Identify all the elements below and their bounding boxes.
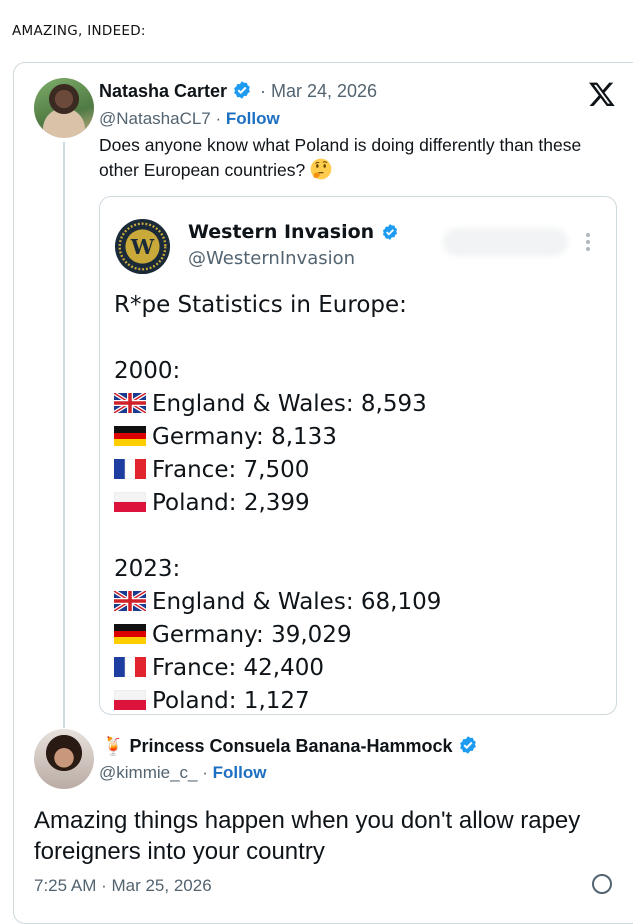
stat-row: Poland: 2,399 [114,487,441,520]
tweet-text: Does anyone know what Poland is doing di… [99,133,624,183]
statistics-list: R*pe Statistics in Europe: 2000: England… [114,289,441,714]
reply-handle-row: @kimmie_c_ · Follow [99,763,266,783]
quoted-image[interactable]: W Western Invasion @WesternInvasion R*pe… [99,196,617,715]
stat-text: Germany: 39,029 [152,622,352,648]
reply-timestamp[interactable]: 7:25 AM · Mar 25, 2026 [34,876,212,896]
stat-text: England & Wales: 8,593 [152,391,427,417]
reply-text: Amazing things happen when you don't all… [34,807,581,865]
thread-line [63,142,65,728]
princess-avatar[interactable] [34,729,94,789]
author-name-text: Natasha Carter [99,81,228,101]
more-options-icon [586,233,590,254]
year-2023-label: 2023: [114,556,181,582]
follow-button[interactable]: Follow [226,109,280,128]
poland-flag-icon [114,690,146,710]
germany-flag-icon [114,624,146,644]
embed-author-name-text: Western Invasion [188,221,375,243]
verified-badge-icon [459,736,476,754]
stat-text: France: 7,500 [152,457,310,483]
stat-row: France: 7,500 [114,454,441,487]
stat-row: France: 42,400 [114,652,441,685]
author-handle[interactable]: @NatashaCL7 [99,109,211,128]
post-heading: AMAZING, INDEED: [12,23,146,39]
reply-author-name-text: Princess Consuela Banana-Hammock [129,736,453,756]
handle-separator: · [210,109,226,128]
stat-text: Poland: 2,399 [152,490,310,516]
tweet-handle-row: @NatashaCL7 · Follow [99,109,280,129]
natasha-avatar[interactable] [34,78,94,138]
thinking-face-icon [310,158,332,180]
avatar-letter: W [130,234,155,259]
embed-author-name: Western Invasion [188,221,399,243]
stat-row: Poland: 1,127 [114,685,441,714]
cocktail-icon: 🍹 [102,736,125,756]
stat-text: England & Wales: 68,109 [152,589,442,615]
x-logo-icon[interactable] [588,80,616,108]
stat-text: Germany: 8,133 [152,424,337,450]
germany-flag-icon [114,426,146,446]
stat-text: Poland: 1,127 [152,688,310,714]
stat-row: Germany: 39,029 [114,619,441,652]
reply-author-handle[interactable]: @kimmie_c_ [99,763,198,782]
info-icon[interactable] [592,874,612,894]
year-2000-label: 2000: [114,358,181,384]
stat-text: France: 42,400 [152,655,325,681]
handle-separator: · [197,763,213,782]
embed-author-handle: @WesternInvasion [188,248,356,269]
tweet-date[interactable]: · Mar 24, 2026 [260,81,377,102]
stat-row: Germany: 8,133 [114,421,441,454]
stats-title: R*pe Statistics in Europe: [114,292,407,318]
poland-flag-icon [114,492,146,512]
stat-row: England & Wales: 8,593 [114,388,441,421]
stat-row: England & Wales: 68,109 [114,586,441,619]
france-flag-icon [114,459,146,479]
uk-flag-icon [114,393,146,413]
western-invasion-avatar: W [114,218,171,275]
tweet-text-content: Does anyone know what Poland is doing di… [99,135,582,180]
france-flag-icon [114,657,146,677]
verified-badge-icon [234,81,250,99]
follow-button[interactable]: Follow [213,763,267,782]
tweet-author-name[interactable]: Natasha Carter [99,80,252,102]
reply-author-name[interactable]: 🍹 Princess Consuela Banana-Hammock [102,735,478,757]
verified-badge-icon [382,224,397,240]
blurred-region [443,228,568,256]
uk-flag-icon [114,591,146,611]
